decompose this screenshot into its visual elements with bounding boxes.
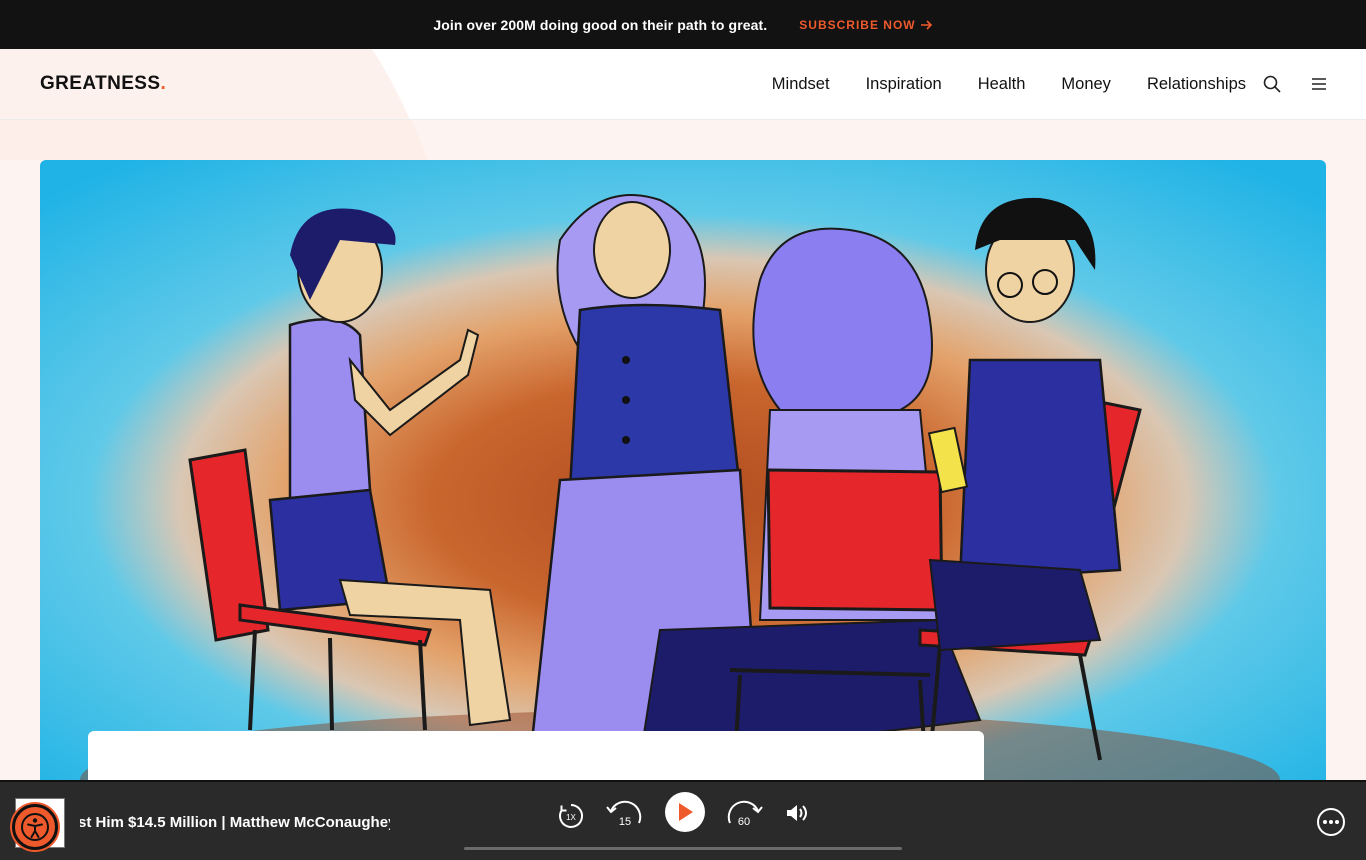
rewind-15-icon[interactable]: 15 — [602, 798, 646, 834]
nav-relationships[interactable]: Relationships — [1147, 75, 1246, 94]
promo-text: Join over 200M doing good on their path … — [433, 16, 768, 33]
hero-illustration — [40, 160, 1326, 780]
site-logo[interactable]: GREATNESS. — [40, 73, 166, 95]
speed-icon[interactable]: 1X — [556, 801, 586, 831]
nav-health[interactable]: Health — [978, 75, 1026, 94]
volume-icon[interactable] — [784, 800, 810, 826]
forward-60-icon[interactable]: 60 — [723, 798, 767, 834]
arrow-right-icon — [920, 19, 932, 30]
rewind-label: 15 — [619, 816, 631, 828]
subscribe-now-link[interactable]: SUBSCRIBE NOW — [799, 18, 932, 32]
speed-label: 1X — [566, 813, 576, 822]
more-icon[interactable] — [1315, 806, 1347, 838]
promo-banner: Join over 200M doing good on their path … — [0, 0, 1366, 49]
main-nav: Mindset Inspiration Health Money Relatio… — [772, 49, 1246, 119]
subscribe-label: SUBSCRIBE NOW — [799, 17, 916, 32]
search-icon[interactable] — [1261, 73, 1283, 95]
nav-money[interactable]: Money — [1061, 75, 1111, 94]
site-header: GREATNESS. Mindset Inspiration Health Mo… — [0, 49, 1366, 120]
play-icon[interactable] — [665, 792, 705, 832]
nav-inspiration[interactable]: Inspiration — [866, 75, 942, 94]
audio-player: Cost Him $14.5 Million | Matthew McConau… — [0, 780, 1366, 860]
menu-icon[interactable] — [1308, 73, 1330, 95]
accessibility-icon[interactable] — [12, 804, 58, 850]
track-title: Cost Him $14.5 Million | Matthew McConau… — [80, 814, 390, 831]
forward-label: 60 — [738, 816, 750, 828]
progress-bar[interactable] — [464, 847, 902, 850]
nav-mindset[interactable]: Mindset — [772, 75, 830, 94]
